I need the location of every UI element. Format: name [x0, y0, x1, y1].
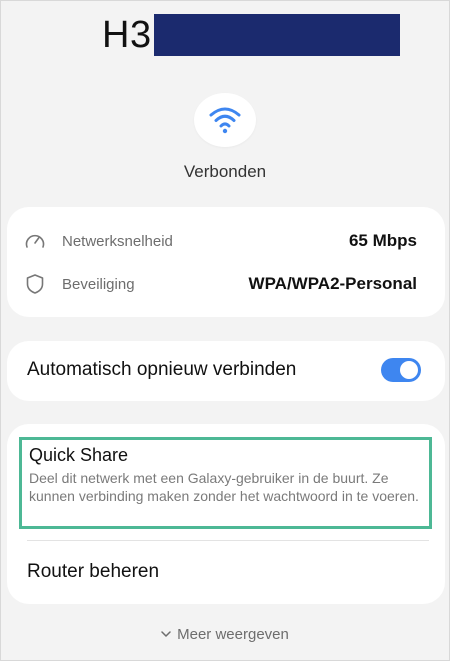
- quick-share-item[interactable]: Quick Share Deel dit netwerk met een Gal…: [19, 437, 432, 529]
- redacted-network-name: [153, 14, 400, 56]
- speed-value: 65 Mbps: [348, 231, 417, 250]
- chevron-down-icon: [161, 631, 171, 638]
- speed-row: Netwerksnelheid 65 Mbps: [7, 221, 445, 261]
- show-more-label: Meer weergeven: [177, 626, 289, 643]
- router-manage-item[interactable]: Router beheren: [27, 561, 159, 583]
- auto-reconnect-label: Automatisch opnieuw verbinden: [27, 359, 297, 380]
- options-card: Quick Share Deel dit netwerk met een Gal…: [7, 424, 445, 604]
- shield-icon: [24, 273, 46, 295]
- show-more-button[interactable]: Meer weergeven: [0, 626, 450, 643]
- wifi-icon: [209, 107, 241, 134]
- network-name-text: H3: [102, 13, 152, 56]
- network-name: H3: [102, 14, 400, 56]
- speed-label: Netwerksnelheid: [62, 232, 173, 250]
- connection-status: Verbonden: [183, 162, 267, 181]
- speedometer-icon: [24, 230, 46, 252]
- toggle-knob: [400, 361, 418, 379]
- quick-share-description: Deel dit netwerk met een Galaxy-gebruike…: [29, 470, 419, 504]
- security-label: Beveiliging: [62, 275, 135, 293]
- auto-reconnect-card[interactable]: Automatisch opnieuw verbinden: [7, 341, 445, 401]
- network-info-card: Netwerksnelheid 65 Mbps Beveiliging WPA/…: [7, 207, 445, 317]
- quick-share-title: Quick Share: [29, 445, 129, 465]
- auto-reconnect-toggle[interactable]: [381, 358, 421, 382]
- wifi-status-badge: [194, 93, 256, 147]
- security-row: Beveiliging WPA/WPA2-Personal: [7, 264, 445, 304]
- divider: [27, 540, 429, 541]
- security-value: WPA/WPA2-Personal: [248, 274, 417, 293]
